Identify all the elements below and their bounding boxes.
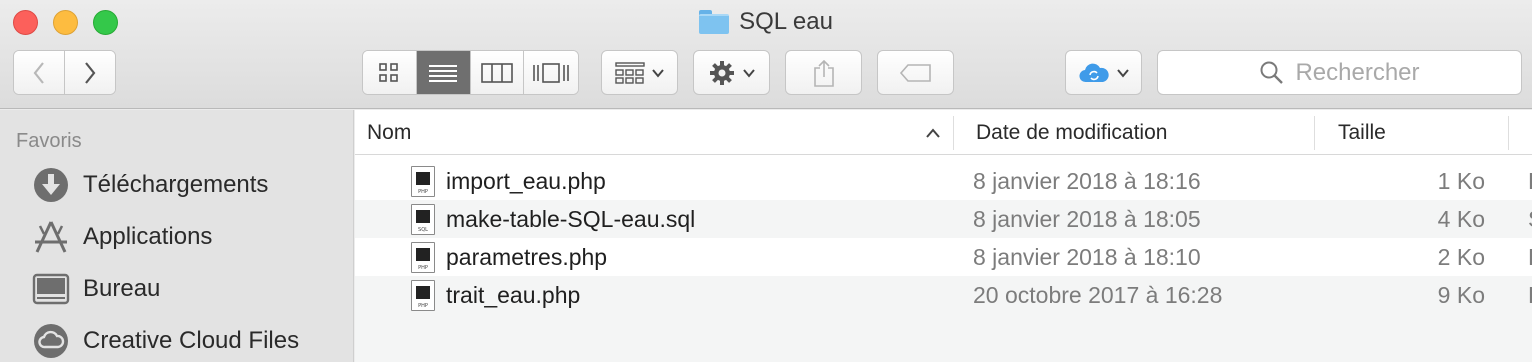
chevron-down-icon (1116, 68, 1129, 78)
column-divider[interactable] (953, 116, 954, 150)
back-button[interactable] (14, 51, 65, 94)
sort-ascending-icon (926, 127, 940, 138)
column-header-name-label: Nom (367, 120, 412, 144)
file-kind: P (1528, 238, 1532, 276)
file-name: make-table-SQL-eau.sql (446, 205, 696, 232)
file-kind: P (1528, 162, 1532, 200)
sidebar-item-creative-cloud[interactable]: Creative Cloud Files (32, 321, 299, 361)
table-row[interactable]: PHP parametres.php 8 janvier 2018 à 18:1… (355, 238, 1532, 276)
search-icon (1260, 61, 1284, 84)
file-name: parametres.php (446, 243, 608, 270)
file-icon: PHP (411, 238, 435, 276)
file-date: 8 janvier 2018 à 18:10 (973, 243, 1201, 270)
column-header-date-label: Date de modification (976, 120, 1168, 144)
toolbar: SQL eau Rechercher (0, 0, 1532, 109)
chevron-down-icon (651, 68, 664, 78)
tag-button[interactable] (877, 50, 954, 95)
column-divider[interactable] (1314, 116, 1315, 150)
columns-icon (481, 62, 513, 83)
search-field[interactable]: Rechercher (1157, 50, 1522, 95)
file-kind: S (1528, 200, 1532, 238)
download-icon (32, 166, 70, 204)
column-header-name[interactable]: Nom (367, 110, 942, 155)
share-icon (813, 59, 834, 87)
file-date: 20 octobre 2017 à 16:28 (973, 281, 1223, 308)
table-row[interactable]: PHP import_eau.php 8 janvier 2018 à 18:1… (355, 162, 1532, 200)
arrange-grid-icon (614, 61, 645, 84)
file-icon: PHP (411, 276, 435, 314)
file-date: 8 janvier 2018 à 18:16 (973, 167, 1201, 194)
list-icon (429, 64, 458, 82)
list-view-button[interactable] (416, 51, 471, 94)
sidebar: Favoris Téléchargements Applications Bur… (0, 110, 354, 362)
creative-cloud-icon (32, 322, 70, 360)
desktop-icon (32, 270, 70, 308)
applications-icon (32, 218, 70, 256)
arrange-button[interactable] (601, 50, 678, 95)
share-button[interactable] (785, 50, 862, 95)
column-header-size-label: Taille (1338, 120, 1386, 144)
file-size: 1 Ko (1437, 167, 1485, 194)
sidebar-item-label: Creative Cloud Files (83, 327, 300, 354)
sidebar-item-label: Bureau (83, 275, 161, 302)
empty-row (355, 314, 1532, 362)
cloud-button[interactable] (1065, 50, 1142, 95)
cloud-sync-icon (1078, 63, 1109, 82)
column-header-date[interactable]: Date de modification (976, 110, 1306, 155)
grid-icon (379, 62, 399, 82)
file-icon: PHP (411, 162, 435, 200)
column-header-size[interactable]: Taille (1338, 110, 1508, 155)
sidebar-item-label: Téléchargements (83, 171, 269, 198)
sidebar-section-favorites: Favoris (16, 130, 82, 152)
file-icon: SQL (411, 200, 435, 238)
file-name: import_eau.php (446, 167, 606, 194)
view-mode-control (362, 50, 579, 95)
file-list: Nom Date de modification Taille PHP impo… (355, 110, 1532, 362)
file-name: trait_eau.php (446, 281, 581, 308)
file-size: 4 Ko (1437, 205, 1485, 232)
sidebar-item-applications[interactable]: Applications (32, 217, 212, 257)
folder-icon (699, 10, 730, 34)
file-size: 9 Ko (1437, 281, 1485, 308)
column-view-button[interactable] (470, 51, 525, 94)
chevron-left-icon (33, 61, 44, 84)
table-row[interactable]: SQL make-table-SQL-eau.sql 8 janvier 201… (355, 200, 1532, 238)
forward-button[interactable] (64, 51, 115, 94)
chevron-right-icon (84, 61, 96, 84)
sidebar-item-downloads[interactable]: Téléchargements (32, 165, 268, 205)
navigation-buttons (13, 50, 116, 95)
action-button[interactable] (693, 50, 770, 95)
sidebar-item-label: Applications (83, 223, 213, 250)
cover-flow-icon (533, 62, 569, 83)
gallery-view-button[interactable] (524, 51, 578, 94)
search-placeholder: Rechercher (1295, 58, 1420, 86)
icon-view-button[interactable] (363, 51, 417, 94)
window-title-text: SQL eau (739, 8, 833, 35)
file-kind: P (1528, 276, 1532, 314)
gear-icon (709, 60, 734, 85)
table-row[interactable]: PHP trait_eau.php 20 octobre 2017 à 16:2… (355, 276, 1532, 314)
file-size: 2 Ko (1437, 243, 1485, 270)
chevron-down-icon (742, 68, 755, 78)
column-divider[interactable] (1508, 116, 1509, 150)
window-title: SQL eau (0, 8, 1532, 38)
column-header-row: Nom Date de modification Taille (355, 110, 1532, 155)
file-date: 8 janvier 2018 à 18:05 (973, 205, 1201, 232)
tag-icon (899, 63, 931, 82)
sidebar-item-desktop[interactable]: Bureau (32, 269, 160, 309)
